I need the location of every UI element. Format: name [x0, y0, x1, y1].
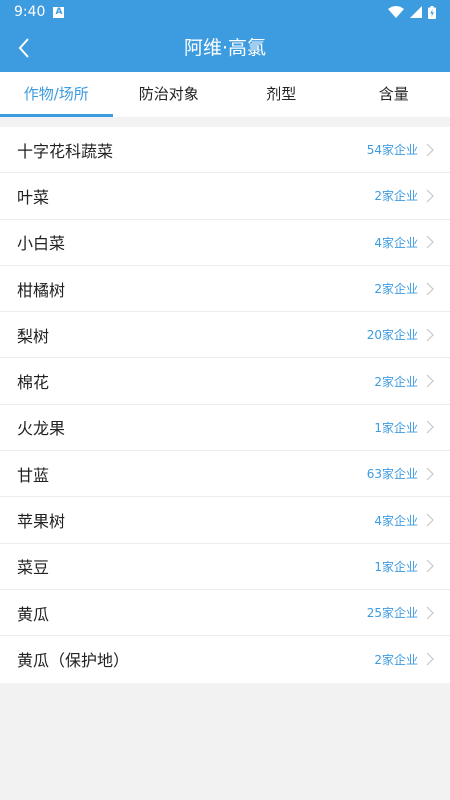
- list-item[interactable]: 苹果树 4家企业: [0, 497, 450, 544]
- status-bar: 9:40 A: [0, 0, 450, 24]
- tab-bar: 作物/场所 防治对象 剂型 含量: [0, 72, 450, 117]
- page-title: 阿维·高氯: [183, 37, 267, 59]
- list-item[interactable]: 甘蓝 63家企业: [0, 451, 450, 498]
- tab-crop-site[interactable]: 作物/场所: [0, 72, 113, 117]
- item-name: 柑橘树: [17, 280, 66, 300]
- tab-formulation[interactable]: 剂型: [225, 72, 338, 117]
- back-button[interactable]: [6, 30, 42, 66]
- status-time: 9:40: [14, 4, 46, 20]
- item-count: 25家企业: [366, 606, 418, 621]
- list-item[interactable]: 棉花 2家企业: [0, 358, 450, 405]
- item-count: 54家企业: [366, 143, 418, 158]
- wifi-icon: [388, 6, 404, 18]
- chevron-right-icon: [426, 651, 438, 667]
- item-name: 火龙果: [17, 419, 66, 439]
- item-count: 20家企业: [366, 328, 418, 343]
- list-item[interactable]: 梨树 20家企业: [0, 312, 450, 359]
- item-name: 十字花科蔬菜: [17, 141, 114, 161]
- chevron-right-icon: [426, 142, 438, 158]
- chevron-right-icon: [426, 558, 438, 574]
- item-count: 63家企业: [366, 467, 418, 482]
- item-name: 叶菜: [17, 187, 50, 207]
- crop-list: 十字花科蔬菜 54家企业 叶菜 2家企业 小白菜 4家企业 柑橘树 2家企业 梨…: [0, 127, 450, 683]
- tab-content[interactable]: 含量: [338, 72, 450, 117]
- item-count: 2家企业: [374, 282, 418, 297]
- app-bar: 阿维·高氯: [0, 24, 450, 72]
- item-count: 1家企业: [374, 420, 418, 435]
- item-name: 梨树: [17, 326, 50, 346]
- item-count: 4家企业: [374, 235, 418, 250]
- item-count: 4家企业: [374, 513, 418, 528]
- chevron-right-icon: [426, 466, 438, 482]
- list-item[interactable]: 柑橘树 2家企业: [0, 266, 450, 313]
- notification-icon: A: [53, 6, 65, 18]
- chevron-right-icon: [426, 327, 438, 343]
- list-item[interactable]: 小白菜 4家企业: [0, 220, 450, 266]
- tab-target-pest[interactable]: 防治对象: [113, 72, 226, 117]
- chevron-left-icon: [18, 38, 29, 58]
- status-icons: [388, 5, 436, 19]
- item-name: 黄瓜（保护地）: [17, 651, 130, 671]
- item-count: 2家企业: [374, 652, 418, 667]
- list-item[interactable]: 十字花科蔬菜 54家企业: [0, 127, 450, 174]
- chevron-right-icon: [426, 373, 438, 389]
- chevron-right-icon: [426, 605, 438, 621]
- item-name: 棉花: [17, 373, 50, 393]
- list-item[interactable]: 火龙果 1家企业: [0, 405, 450, 452]
- list-item[interactable]: 菜豆 1家企业: [0, 544, 450, 590]
- list-item[interactable]: 叶菜 2家企业: [0, 173, 450, 220]
- item-name: 苹果树: [17, 512, 66, 532]
- signal-icon: [410, 6, 422, 18]
- item-name: 甘蓝: [17, 465, 50, 485]
- item-name: 菜豆: [17, 558, 50, 578]
- item-name: 黄瓜: [17, 604, 50, 624]
- chevron-right-icon: [426, 419, 438, 435]
- item-count: 2家企业: [374, 374, 418, 389]
- chevron-right-icon: [426, 512, 438, 528]
- chevron-right-icon: [426, 188, 438, 204]
- item-count: 2家企业: [374, 189, 418, 204]
- chevron-right-icon: [426, 234, 438, 250]
- list-item[interactable]: 黄瓜 25家企业: [0, 590, 450, 637]
- chevron-right-icon: [426, 281, 438, 297]
- battery-icon: [428, 5, 436, 19]
- list-item[interactable]: 黄瓜（保护地） 2家企业: [0, 636, 450, 682]
- item-count: 1家企业: [374, 559, 418, 574]
- item-name: 小白菜: [17, 234, 66, 254]
